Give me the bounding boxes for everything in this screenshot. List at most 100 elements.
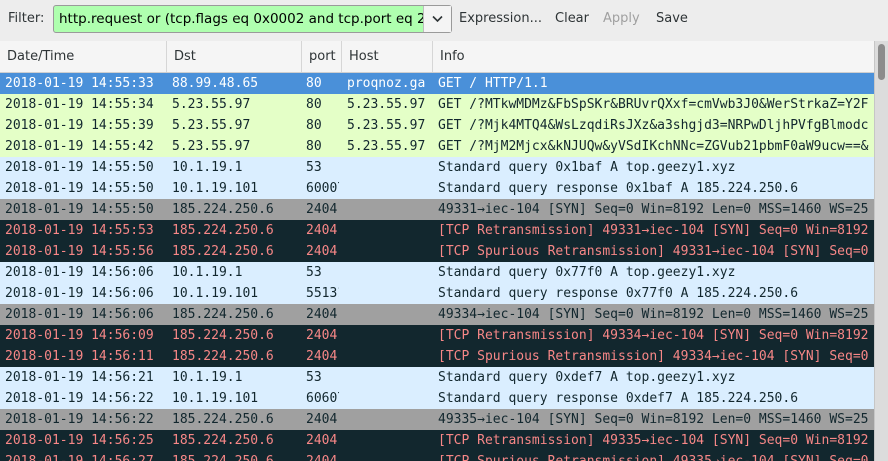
packet-datetime: 2018-01-19 14:56:06 — [5, 286, 154, 301]
scrollbar-thumb[interactable] — [878, 44, 885, 80]
packet-row[interactable]: 2018-01-19 14:55:34 5.23.55.97 80 5.23.55.9… — [0, 94, 874, 115]
packet-host — [347, 283, 431, 304]
packet-port: 53 — [306, 265, 322, 280]
packet-host — [347, 388, 431, 409]
packet-dst: 185.224.250.6 — [172, 202, 274, 217]
packet-datetime: 2018-01-19 14:55:50 — [5, 202, 154, 217]
save-button[interactable]: Save — [656, 11, 688, 26]
packet-row[interactable]: 2018-01-19 14:56:25 185.224.250.6 2404 [TCP… — [0, 430, 874, 451]
packet-info: [TCP Spurious Retransmission] 49335→iec-… — [438, 451, 874, 461]
packet-row[interactable]: 2018-01-19 14:56:11 185.224.250.6 2404 [TCP… — [0, 346, 874, 367]
packet-host — [347, 430, 431, 451]
packet-info: Standard query 0x1baf A top.geezy1.xyz — [438, 160, 736, 175]
packet-info: Standard query response 0xdef7 A 185.224… — [438, 391, 799, 406]
packet-dst: 10.1.19.101 — [172, 391, 259, 406]
packet-host — [347, 241, 431, 262]
chevron-down-icon — [432, 15, 443, 23]
packet-row[interactable]: 2018-01-19 14:56:22 10.1.19.101 60607 Stand… — [0, 388, 874, 409]
packet-row[interactable]: 2018-01-19 14:55:53 185.224.250.6 2404 [TCP… — [0, 220, 874, 241]
packet-info: Standard query 0xdef7 A top.geezy1.xyz — [438, 370, 736, 385]
packet-dst: 185.224.250.6 — [172, 433, 274, 448]
packet-port: 2404 — [306, 307, 338, 322]
filter-dropdown-button[interactable] — [423, 6, 451, 32]
packet-dst: 10.1.19.1 — [172, 370, 243, 385]
packet-port: 2404 — [306, 412, 338, 427]
column-header-datetime[interactable]: Date/Time — [0, 41, 167, 72]
packet-port: 2404 — [306, 451, 339, 461]
packet-datetime: 2018-01-19 14:56:06 — [5, 265, 154, 280]
packet-port: 2404 — [306, 328, 338, 343]
packet-host — [347, 325, 431, 346]
packet-port: 2404 — [306, 349, 338, 364]
packet-dst: 88.99.48.65 — [172, 76, 259, 91]
packet-port: 53 — [306, 160, 322, 175]
packet-host: 5.23.55.97 — [347, 97, 426, 112]
packet-host — [347, 220, 431, 241]
packet-row[interactable]: 2018-01-19 14:55:39 5.23.55.97 80 5.23.55.9… — [0, 115, 874, 136]
packet-row[interactable]: 2018-01-19 14:55:33 88.99.48.65 80 proqnoz.… — [0, 73, 874, 94]
packet-info: GET / HTTP/1.1 — [438, 76, 548, 91]
vertical-scrollbar[interactable] — [874, 41, 888, 461]
packet-datetime: 2018-01-19 14:55:42 — [5, 139, 154, 154]
packet-row[interactable]: 2018-01-19 14:56:09 185.224.250.6 2404 [TCP… — [0, 325, 874, 346]
packet-port: 60007 — [306, 181, 339, 196]
packet-port: 55131 — [306, 286, 339, 301]
filter-toolbar: Filter: Expression... Clear Apply Save — [0, 0, 888, 40]
packet-datetime: 2018-01-19 14:55:39 — [5, 118, 154, 133]
filter-label: Filter: — [8, 11, 45, 26]
packet-host: proqnoz.ga — [347, 76, 426, 91]
packet-dst: 5.23.55.97 — [172, 118, 251, 133]
packet-row[interactable]: 2018-01-19 14:56:06 185.224.250.6 2404 4933… — [0, 304, 874, 325]
column-header-host[interactable]: Host — [342, 41, 433, 72]
packet-info: 49335→iec-104 [SYN] Seq=0 Win=8192 Len=0… — [438, 412, 869, 427]
packet-dst: 10.1.19.1 — [172, 160, 243, 175]
packet-dst: 5.23.55.97 — [172, 97, 251, 112]
packet-dst: 185.224.250.6 — [172, 451, 302, 461]
packet-host: 5.23.55.97 — [347, 139, 426, 154]
packet-dst: 10.1.19.101 — [172, 181, 259, 196]
packet-row[interactable]: 2018-01-19 14:55:50 10.1.19.101 60007 Stand… — [0, 178, 874, 199]
packet-info: [TCP Retransmission] 49334→iec-104 [SYN]… — [438, 328, 869, 343]
packet-host — [347, 451, 431, 461]
expression-button[interactable]: Expression... — [459, 11, 542, 26]
column-header-port[interactable]: port — [302, 41, 342, 72]
packet-datetime: 2018-01-19 14:56:22 — [5, 412, 154, 427]
packet-datetime: 2018-01-19 14:56:27 — [5, 451, 167, 461]
packet-port: 80 — [306, 97, 322, 112]
packet-info: GET /?MjM2Mjcx&kNJUQw&yVSdIKchNNc=ZGVub2… — [438, 139, 869, 154]
packet-datetime: 2018-01-19 14:56:22 — [5, 391, 154, 406]
packet-port: 2404 — [306, 223, 338, 238]
packet-rows: 2018-01-19 14:55:33 88.99.48.65 80 proqnoz.… — [0, 73, 874, 461]
packet-datetime: 2018-01-19 14:55:50 — [5, 181, 154, 196]
packet-row[interactable]: 2018-01-19 14:56:22 185.224.250.6 2404 4933… — [0, 409, 874, 430]
packet-info: Standard query response 0x77f0 A 185.224… — [438, 286, 799, 301]
packet-dst: 185.224.250.6 — [172, 223, 274, 238]
packet-host — [347, 304, 431, 325]
packet-dst: 185.224.250.6 — [172, 328, 274, 343]
column-header-info[interactable]: Info — [433, 41, 874, 72]
packet-row[interactable]: 2018-01-19 14:55:56 185.224.250.6 2404 [TCP… — [0, 241, 874, 262]
clear-button[interactable]: Clear — [555, 11, 589, 26]
packet-datetime: 2018-01-19 14:55:56 — [5, 244, 154, 259]
packet-row[interactable]: 2018-01-19 14:55:50 185.224.250.6 2404 4933… — [0, 199, 874, 220]
packet-row[interactable]: 2018-01-19 14:56:21 10.1.19.1 53 Standard q… — [0, 367, 874, 388]
packet-datetime: 2018-01-19 14:56:11 — [5, 349, 154, 364]
packet-port: 2404 — [306, 202, 338, 217]
packet-row[interactable]: 2018-01-19 14:55:50 10.1.19.1 53 Standard q… — [0, 157, 874, 178]
packet-row[interactable]: 2018-01-19 14:55:42 5.23.55.97 80 5.23.55.9… — [0, 136, 874, 157]
column-header-dst[interactable]: Dst — [167, 41, 302, 72]
packet-info: [TCP Retransmission] 49335→iec-104 [SYN]… — [438, 433, 869, 448]
packet-datetime: 2018-01-19 14:55:33 — [5, 76, 154, 91]
packet-list-header: Date/Time Dst port Host Info — [0, 41, 874, 73]
packet-row[interactable]: 2018-01-19 14:56:06 10.1.19.101 55131 Stand… — [0, 283, 874, 304]
packet-row[interactable]: 2018-01-19 14:56:27 185.224.250.6 2404 [TCP… — [0, 451, 874, 461]
filter-combobox[interactable] — [53, 5, 452, 33]
filter-input[interactable] — [54, 6, 424, 32]
packet-list[interactable]: Date/Time Dst port Host Info 2018-01-19 … — [0, 41, 874, 461]
packet-info: GET /?MTkwMDMz&FbSpSKr&BRUvrQXxf=cmVwb3J… — [438, 97, 869, 112]
packet-datetime: 2018-01-19 14:55:34 — [5, 97, 154, 112]
packet-row[interactable]: 2018-01-19 14:56:06 10.1.19.1 53 Standard q… — [0, 262, 874, 283]
packet-host: 5.23.55.97 — [347, 118, 426, 133]
apply-button[interactable]: Apply — [603, 11, 640, 26]
packet-datetime: 2018-01-19 14:56:21 — [5, 370, 154, 385]
